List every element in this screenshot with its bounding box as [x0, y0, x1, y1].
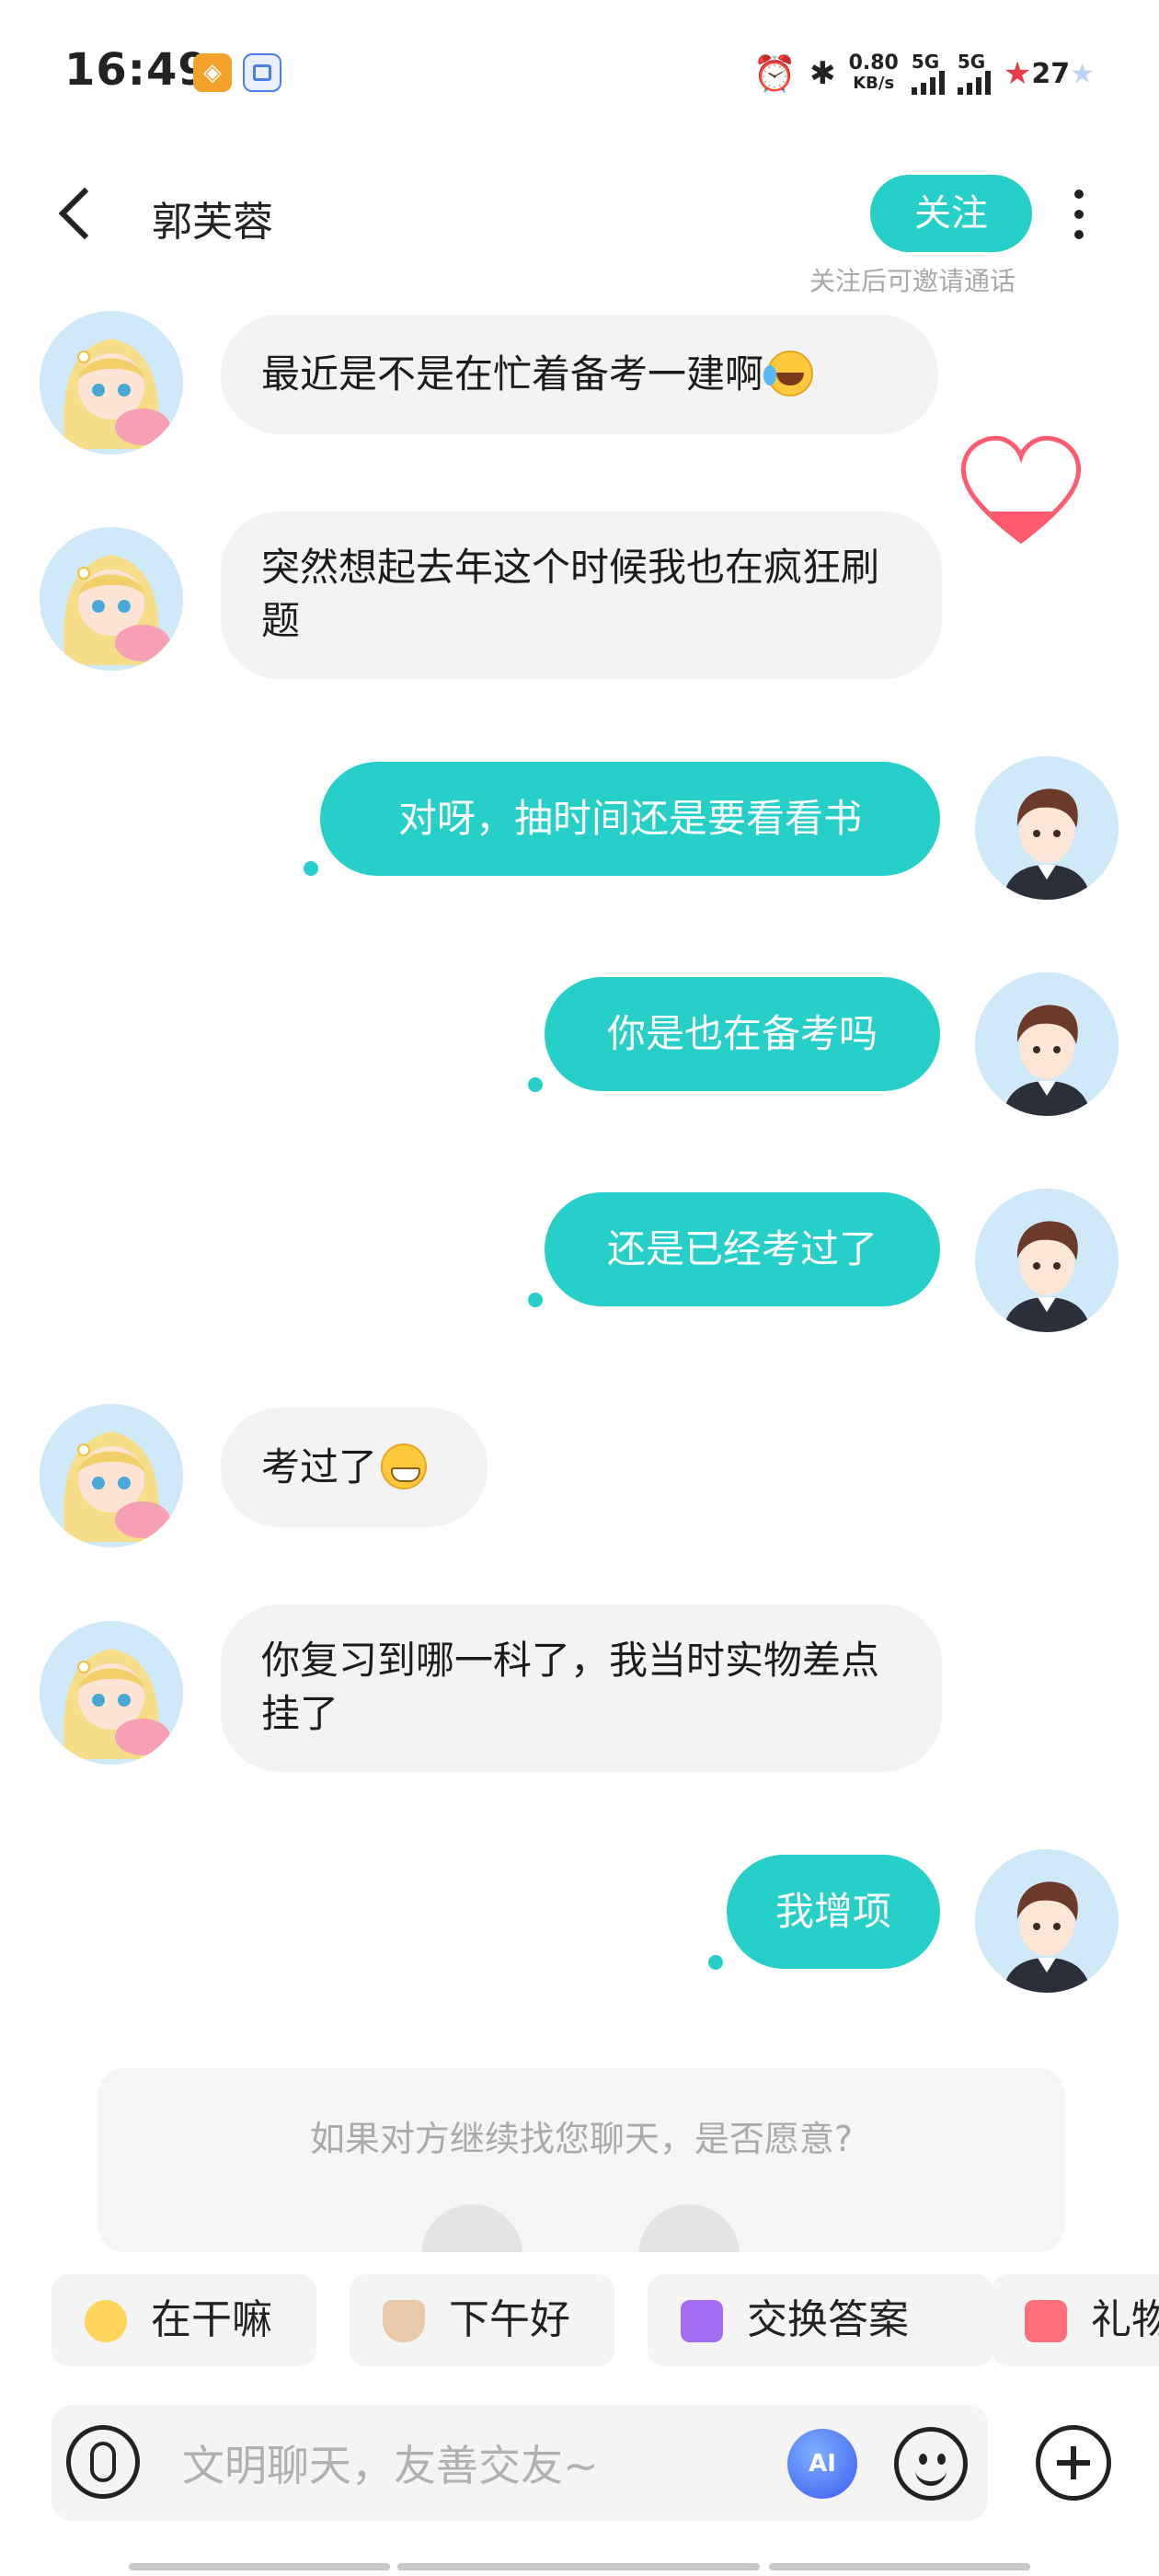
follow-button[interactable]: 关注 [870, 175, 1032, 252]
prompt-question: 如果对方继续找您聊天，是否愿意? [309, 2119, 854, 2159]
contact-avatar[interactable] [40, 1621, 183, 1765]
back-arrow-icon[interactable] [53, 182, 99, 243]
user-avatar[interactable] [975, 756, 1119, 900]
read-status-dot [528, 1293, 543, 1307]
bluetooth-icon: ✱ [809, 55, 836, 92]
ai-assistant-button[interactable]: AI [787, 2429, 857, 2499]
message-bubble-outgoing[interactable]: 我增项 [727, 1855, 940, 1969]
message-bubble-incoming[interactable]: 突然想起去年这个时候我也在疯狂刷题 [221, 512, 942, 679]
nav-indicator [769, 2563, 1030, 2570]
user-avatar[interactable] [975, 972, 1119, 1116]
plus-icon[interactable] [1036, 2425, 1111, 2501]
app-orange-icon: ◈ [193, 53, 232, 92]
quick-reply-chip[interactable]: 在干嘛 [52, 2274, 316, 2366]
quick-reply-chip[interactable]: 交换答案 [648, 2274, 993, 2366]
message-text: 最近是不是在忙着备考一建啊 [261, 351, 764, 397]
battery-icon: ★ 27 ★ [1003, 55, 1095, 92]
heart-icon[interactable] [957, 431, 1085, 550]
grinning-emoji [381, 1443, 428, 1489]
message-text: 对呀，抽时间还是要看看书 [397, 796, 862, 841]
willingness-prompt-card: 如果对方继续找您聊天，是否愿意? [98, 2068, 1065, 2252]
battery-level: 27 [1031, 57, 1071, 90]
message-text: 突然想起去年这个时候我也在疯狂刷题 [261, 545, 880, 643]
gift-icon [1025, 2300, 1067, 2342]
more-options-icon[interactable] [1056, 182, 1102, 247]
message-text: 你复习到哪一科了，我当时实物差点挂了 [261, 1638, 880, 1736]
read-status-dot [528, 1077, 543, 1092]
neutral-face-icon[interactable] [421, 2204, 522, 2252]
message-text: 还是已经考过了 [606, 1226, 878, 1271]
message-input-bar: 文明聊天，友善交友~ AI [52, 2405, 988, 2521]
message-text: 我增项 [775, 1889, 891, 1934]
follow-hint: 关注后可邀请通话 [809, 266, 1016, 296]
voice-input-icon[interactable] [66, 2425, 140, 2499]
quick-reply-bar: 在干嘛 下午好 交换答案 礼物 [0, 2252, 1159, 2390]
status-time: 16:49 [64, 44, 210, 96]
contact-avatar[interactable] [40, 527, 183, 671]
message-text: 你是也在备考吗 [606, 1011, 878, 1056]
crying-laughing-emoji [763, 350, 814, 397]
emoji-icon[interactable] [894, 2427, 968, 2501]
signal-icon: 5G [911, 52, 945, 95]
nav-indicator [129, 2563, 390, 2570]
exchange-icon [681, 2300, 723, 2342]
read-status-dot [708, 1955, 723, 1970]
contact-avatar[interactable] [40, 1404, 183, 1547]
nav-indicator [397, 2563, 760, 2570]
contact-avatar[interactable] [40, 311, 183, 454]
read-status-dot [304, 861, 318, 876]
user-avatar[interactable] [975, 1189, 1119, 1332]
message-bubble-outgoing[interactable]: 你是也在备考吗 [545, 977, 940, 1091]
user-avatar[interactable] [975, 1849, 1119, 1993]
message-input[interactable]: 文明聊天，友善交友~ [182, 2432, 599, 2493]
status-bar: 16:49 ◈ ⏰ ✱ 0.80 KB/s 5G 5G ★ 27 ★ [0, 0, 1159, 138]
contact-name: 郭芙蓉 [152, 199, 273, 246]
message-bubble-incoming[interactable]: 你复习到哪一科了，我当时实物差点挂了 [221, 1604, 942, 1772]
quick-reply-chip[interactable]: 下午好 [350, 2274, 614, 2366]
thinking-emoji-icon [85, 2300, 127, 2342]
quick-reply-chip[interactable]: 礼物 [992, 2274, 1159, 2366]
message-bubble-incoming[interactable]: 考过了 [221, 1408, 488, 1527]
app-blue-icon [243, 53, 281, 92]
message-text: 考过了 [261, 1444, 378, 1489]
message-bubble-outgoing[interactable]: 对呀，抽时间还是要看看书 [320, 762, 940, 876]
signal-icon-2: 5G [957, 52, 991, 95]
message-bubble-incoming[interactable]: 最近是不是在忙着备考一建啊 [221, 315, 938, 434]
grinning-face-icon[interactable] [638, 2204, 740, 2252]
message-bubble-outgoing[interactable]: 还是已经考过了 [545, 1192, 940, 1306]
network-speed: 0.80 KB/s [848, 52, 899, 94]
coffee-icon [383, 2300, 425, 2342]
alarm-icon: ⏰ [752, 53, 798, 94]
